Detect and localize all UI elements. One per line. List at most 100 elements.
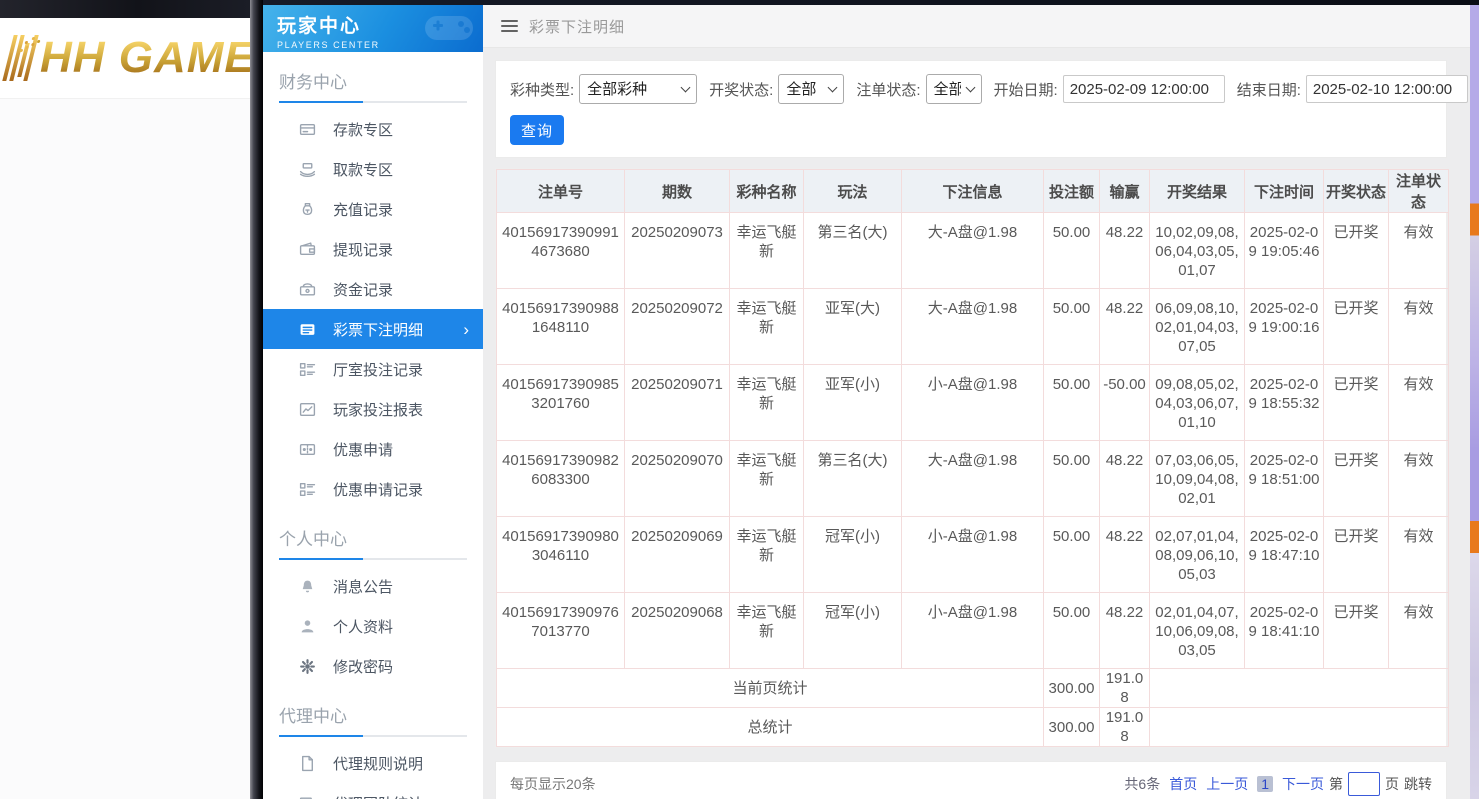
table-cell: 09,08,05,02,04,03,06,07,01,10 bbox=[1150, 365, 1245, 441]
sidebar-item-withdraw-zone[interactable]: 取款专区 bbox=[263, 149, 483, 189]
query-button[interactable]: 查询 bbox=[510, 115, 564, 145]
sidebar: 玩家中心 PLAYERS CENTER 财务中心存款专区取款专区充值记录提现记录… bbox=[263, 5, 483, 799]
bet-status-select[interactable]: 全部 bbox=[926, 74, 982, 104]
draw-status-select[interactable]: 全部 bbox=[778, 74, 844, 104]
page-number-input[interactable] bbox=[1348, 772, 1380, 796]
filter-panel: 彩种类型: 全部彩种 开奖状态: 全部 注单状态: bbox=[495, 60, 1447, 158]
sidebar-item-promo-apply-records[interactable]: 优惠申请记录 bbox=[263, 469, 483, 509]
table-cell: 20250209068 bbox=[625, 593, 730, 669]
start-date-input[interactable] bbox=[1063, 75, 1225, 103]
table-row: 40156917390985320176020250209071幸运飞艇新亚军(… bbox=[497, 365, 1449, 441]
document-icon bbox=[299, 755, 316, 772]
table-cell: 02,01,04,07,10,06,09,08,03,05 bbox=[1150, 593, 1245, 669]
table-cell: 冠军(小) bbox=[804, 593, 902, 669]
sidebar-section: 个人中心消息公告个人资料修改密码 bbox=[263, 509, 483, 686]
table-header-row: 注单号期数彩种名称玩法下注信息投注额输赢开奖结果下注时间开奖状态注单状态 bbox=[497, 170, 1449, 213]
moneybag-icon bbox=[299, 201, 316, 218]
records-icon bbox=[299, 481, 316, 498]
next-page-link[interactable]: 下一页 bbox=[1282, 774, 1324, 794]
table-cell: 2025-02-09 18:51:00 bbox=[1245, 441, 1324, 517]
sidebar-item-profile[interactable]: 个人资料 bbox=[263, 606, 483, 646]
user-icon bbox=[299, 618, 316, 635]
sidebar-item-change-password[interactable]: 修改密码 bbox=[263, 646, 483, 686]
sidebar-item-label: 充值记录 bbox=[333, 199, 393, 220]
page-suffix-text: 页 bbox=[1385, 774, 1399, 794]
table-cell: 有效 bbox=[1389, 365, 1449, 441]
table-cell: 06,09,08,10,02,01,04,03,07,05 bbox=[1150, 289, 1245, 365]
sidebar-item-hall-bet-records[interactable]: 厅室投注记录 bbox=[263, 349, 483, 389]
end-date-input[interactable] bbox=[1306, 75, 1468, 103]
page-title: 彩票下注明细 bbox=[529, 16, 625, 37]
first-page-link[interactable]: 首页 bbox=[1169, 774, 1197, 794]
column-header: 下注时间 bbox=[1245, 170, 1324, 213]
sidebar-item-lottery-bet-details[interactable]: 彩票下注明细› bbox=[263, 309, 483, 349]
hand-money-icon bbox=[299, 161, 316, 178]
page-prefix-text: 第 bbox=[1329, 774, 1343, 794]
column-header: 玩法 bbox=[804, 170, 902, 213]
table-cell: 已开奖 bbox=[1324, 289, 1389, 365]
column-header: 开奖状态 bbox=[1324, 170, 1389, 213]
table-cell: 50.00 bbox=[1044, 593, 1100, 669]
chevron-right-icon: › bbox=[463, 321, 469, 338]
sidebar-item-messages[interactable]: 消息公告 bbox=[263, 566, 483, 606]
table-cell: 已开奖 bbox=[1324, 213, 1389, 289]
records-icon bbox=[299, 361, 316, 378]
table-cell: 20250209069 bbox=[625, 517, 730, 593]
sidebar-item-withdraw-records[interactable]: 提现记录 bbox=[263, 229, 483, 269]
table-cell: 20250209073 bbox=[625, 213, 730, 289]
sidebar-item-promo-apply[interactable]: 优惠申请 bbox=[263, 429, 483, 469]
table-cell: 48.22 bbox=[1100, 517, 1150, 593]
table-cell: 401569173909881648110 bbox=[497, 289, 625, 365]
sidebar-item-deposit-zone[interactable]: 存款专区 bbox=[263, 109, 483, 149]
bet-table-card: 注单号期数彩种名称玩法下注信息投注额输赢开奖结果下注时间开奖状态注单状态 401… bbox=[495, 168, 1447, 748]
sidebar-item-label: 代理团队统计 bbox=[333, 793, 423, 799]
prev-page-link[interactable]: 上一页 bbox=[1206, 774, 1248, 794]
table-cell: 48.22 bbox=[1100, 289, 1150, 365]
hamburger-menu-icon[interactable] bbox=[501, 20, 518, 32]
total-count-text: 共6条 bbox=[1124, 774, 1160, 794]
column-header: 彩种名称 bbox=[730, 170, 804, 213]
table-row: 40156917390982608330020250209070幸运飞艇新第三名… bbox=[497, 441, 1449, 517]
ticket-icon bbox=[299, 441, 316, 458]
table-cell: 2025-02-09 19:00:16 bbox=[1245, 289, 1324, 365]
table-cell: 已开奖 bbox=[1324, 441, 1389, 517]
jump-link[interactable]: 跳转 bbox=[1404, 774, 1432, 794]
sidebar-item-agent-rules[interactable]: 代理规则说明 bbox=[263, 743, 483, 783]
table-cell: 48.22 bbox=[1100, 441, 1150, 517]
sidebar-item-label: 代理规则说明 bbox=[333, 753, 423, 774]
table-cell: 大-A盘@1.98 bbox=[902, 213, 1044, 289]
lottery-type-select[interactable]: 全部彩种 bbox=[579, 74, 697, 104]
topbar: 彩票下注明细 bbox=[483, 5, 1479, 48]
table-cell: 2025-02-09 19:05:46 bbox=[1245, 213, 1324, 289]
sidebar-item-recharge-records[interactable]: 充值记录 bbox=[263, 189, 483, 229]
sidebar-item-agent-team-stats[interactable]: 代理团队统计 bbox=[263, 783, 483, 799]
chart-icon bbox=[299, 401, 316, 418]
sidebar-item-label: 优惠申请 bbox=[333, 439, 393, 460]
pagination-bar: 每页显示20条 共6条 首页 上一页 1 下一页 第 页 跳转 bbox=[495, 761, 1447, 799]
summary-winloss-total-cell: 191.08 bbox=[1100, 669, 1150, 708]
table-cell: 401569173909914673680 bbox=[497, 213, 625, 289]
table-row: 40156917390980304611020250209069幸运飞艇新冠军(… bbox=[497, 517, 1449, 593]
sidebar-item-player-bet-report[interactable]: 玩家投注报表 bbox=[263, 389, 483, 429]
table-cell: 2025-02-09 18:47:10 bbox=[1245, 517, 1324, 593]
table-cell: 幸运飞艇新 bbox=[730, 593, 804, 669]
purse-icon bbox=[299, 281, 316, 298]
table-cell: 02,07,01,04,08,09,06,10,05,03 bbox=[1150, 517, 1245, 593]
table-cell: 50.00 bbox=[1044, 289, 1100, 365]
sidebar-item-funds-records[interactable]: 资金记录 bbox=[263, 269, 483, 309]
sidebar-section: 代理中心代理规则说明代理团队统计 bbox=[263, 686, 483, 799]
bet-status-label: 注单状态: bbox=[856, 79, 920, 100]
table-cell: 小-A盘@1.98 bbox=[902, 517, 1044, 593]
background-strip bbox=[1470, 5, 1479, 799]
sidebar-item-label: 个人资料 bbox=[333, 616, 393, 637]
table-cell: 50.00 bbox=[1044, 365, 1100, 441]
current-page-indicator[interactable]: 1 bbox=[1257, 776, 1273, 792]
table-cell: 第三名(大) bbox=[804, 441, 902, 517]
table-cell: 50.00 bbox=[1044, 441, 1100, 517]
start-date-label: 开始日期: bbox=[994, 79, 1058, 100]
table-cell: 07,03,06,05,10,09,04,08,02,01 bbox=[1150, 441, 1245, 517]
table-cell: 大-A盘@1.98 bbox=[902, 289, 1044, 365]
table-cell: 大-A盘@1.98 bbox=[902, 441, 1044, 517]
sidebar-item-label: 优惠申请记录 bbox=[333, 479, 423, 500]
card-icon bbox=[299, 121, 316, 138]
